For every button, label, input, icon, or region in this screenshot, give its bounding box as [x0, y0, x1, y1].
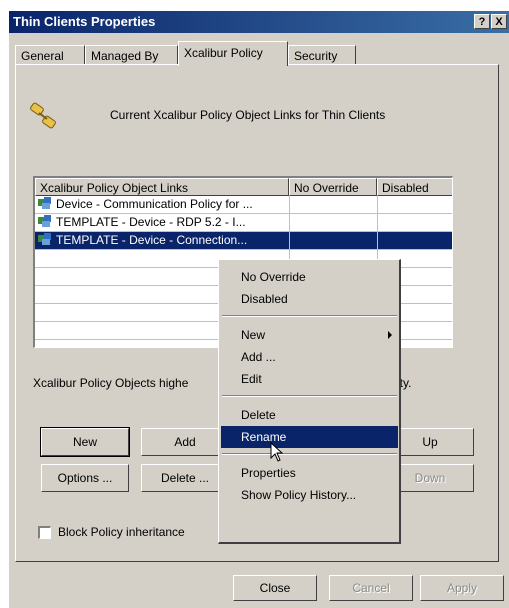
policy-object-icon [38, 215, 51, 227]
policy-object-icon [38, 233, 51, 245]
block-inheritance-checkbox[interactable] [38, 526, 51, 539]
context-menu: No Override Disabled New Add ... Edit De… [218, 259, 401, 544]
block-inheritance-label: Block Policy inheritance [58, 525, 185, 539]
list-row-selected[interactable]: TEMPLATE - Device - Connection... [35, 232, 452, 249]
menu-item-show-policy-history[interactable]: Show Policy History... [221, 484, 398, 506]
add-button[interactable]: Add [141, 428, 229, 456]
new-button[interactable]: New [40, 427, 130, 457]
menu-item-properties[interactable]: Properties [221, 462, 398, 484]
header-caption: Current Xcalibur Policy Object Links for… [110, 108, 386, 122]
menu-separator [222, 395, 397, 397]
menu-item-disabled[interactable]: Disabled [221, 288, 398, 310]
cancel-button[interactable]: Cancel [329, 575, 413, 601]
mouse-cursor-icon [270, 442, 284, 462]
menu-item-delete[interactable]: Delete [221, 404, 398, 426]
menu-item-new[interactable]: New [221, 324, 398, 346]
tab-xcalibur-policy[interactable]: Xcalibur Policy [178, 41, 288, 66]
title-bar: Thin Clients Properties ? X [9, 11, 509, 33]
delete-button[interactable]: Delete ... [141, 464, 229, 492]
close-window-button[interactable]: X [491, 14, 507, 29]
help-button[interactable]: ? [474, 14, 490, 29]
apply-button[interactable]: Apply [420, 575, 504, 601]
row-name: TEMPLATE - Device - RDP 5.2 - I... [56, 215, 246, 229]
list-row[interactable]: TEMPLATE - Device - RDP 5.2 - I... [35, 214, 452, 231]
options-button[interactable]: Options ... [41, 464, 129, 492]
row-name: Device - Communication Policy for ... [56, 197, 253, 211]
column-header-links[interactable]: Xcalibur Policy Object Links [35, 178, 289, 196]
policy-object-icon [38, 197, 51, 209]
info-text: Xcalibur Policy Objects highe rity. [33, 376, 412, 390]
grid-line [35, 249, 452, 250]
grid-line [35, 213, 452, 214]
policy-link-icon [30, 102, 56, 129]
menu-item-edit[interactable]: Edit [221, 368, 398, 390]
column-header-disabled[interactable]: Disabled [377, 178, 452, 196]
menu-item-rename[interactable]: Rename [221, 426, 398, 448]
tab-managed-by[interactable]: Managed By [85, 45, 178, 65]
close-button[interactable]: Close [233, 575, 317, 601]
list-row[interactable]: Device - Communication Policy for ... [35, 196, 452, 213]
tab-security[interactable]: Security [288, 45, 356, 65]
menu-item-no-override[interactable]: No Override [221, 266, 398, 288]
column-header-no-override[interactable]: No Override [289, 178, 377, 196]
menu-separator [222, 453, 397, 455]
grid-line [35, 231, 452, 232]
submenu-arrow-icon [388, 331, 392, 339]
menu-separator [222, 315, 397, 317]
row-name: TEMPLATE - Device - Connection... [56, 233, 248, 247]
tab-general[interactable]: General [15, 45, 85, 65]
window-title: Thin Clients Properties [13, 14, 156, 29]
menu-item-add[interactable]: Add ... [221, 346, 398, 368]
